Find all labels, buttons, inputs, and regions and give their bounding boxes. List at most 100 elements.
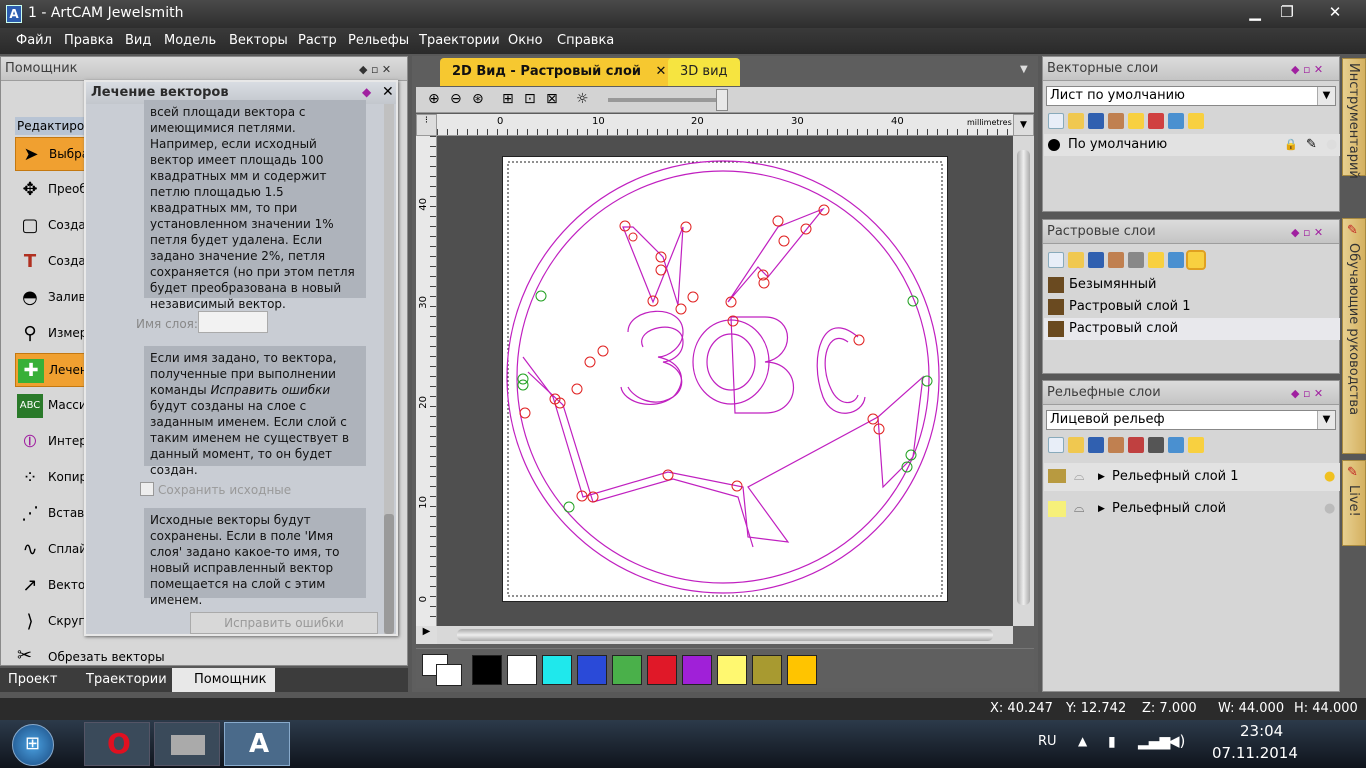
relief-layer-row[interactable]: ⌓ ▶ Рельефный слой 1 ●: [1044, 463, 1340, 491]
close-button[interactable]: ✕: [1322, 2, 1348, 22]
letter-v[interactable]: [730, 316, 795, 414]
chevron-down-icon[interactable]: ▼: [1020, 64, 1028, 75]
chevron-down-icon[interactable]: ▼: [1317, 411, 1335, 429]
layer-color-icon[interactable]: [1048, 139, 1060, 151]
slider-thumb[interactable]: [716, 89, 728, 111]
start-button[interactable]: ⊞: [12, 724, 54, 766]
pin-icon[interactable]: ◆ ▫ ✕: [359, 63, 391, 76]
scroll-left-button[interactable]: ▶: [416, 626, 437, 644]
brightness-icon[interactable]: ☼: [576, 91, 589, 107]
save-icon[interactable]: [1088, 437, 1104, 453]
menu-toolpaths[interactable]: Траектории: [419, 33, 500, 48]
delete-icon[interactable]: [1168, 437, 1184, 453]
letter-e-inner[interactable]: [706, 333, 756, 391]
visibility-icon[interactable]: [1188, 113, 1204, 129]
pin-icon[interactable]: ◆: [362, 85, 371, 99]
tool-fill[interactable]: ◓ Залив: [15, 281, 85, 315]
raster-layer-row[interactable]: Растровый слой: [1044, 318, 1340, 340]
zoom-fit-icon[interactable]: ⊞: [502, 91, 514, 107]
copy-icon[interactable]: [1108, 437, 1124, 453]
raster-layer-row[interactable]: Безымянный: [1044, 274, 1340, 296]
menu-raster[interactable]: Растр: [298, 33, 337, 48]
swatch-green[interactable]: [612, 655, 642, 685]
tab-3d-view[interactable]: 3D вид: [668, 58, 740, 86]
brightness-slider[interactable]: [608, 98, 726, 102]
scroll-thumb[interactable]: [457, 629, 993, 641]
menu-edit[interactable]: Правка: [64, 33, 113, 48]
close-icon[interactable]: ✕: [656, 64, 667, 79]
relief-select[interactable]: Лицевой рельеф ▼: [1046, 410, 1336, 430]
expand-icon[interactable]: ▶: [1098, 463, 1105, 491]
menu-reliefs[interactable]: Рельефы: [348, 33, 409, 48]
outer-circle[interactable]: [506, 160, 940, 594]
open-icon[interactable]: [1068, 437, 1084, 453]
swatch-white[interactable]: [507, 655, 537, 685]
menu-view[interactable]: Вид: [125, 33, 151, 48]
minimize-button[interactable]: ▁: [1242, 2, 1268, 22]
clock-time[interactable]: 23:04: [1240, 722, 1283, 740]
bulb-icon[interactable]: ●: [1324, 495, 1335, 523]
tool-copy[interactable]: ⁘ Копир: [15, 461, 87, 495]
layer-name-input[interactable]: [198, 311, 268, 333]
lock-icon[interactable]: 🔒: [1284, 134, 1298, 156]
open-icon[interactable]: [1068, 113, 1084, 129]
film-icon[interactable]: [1148, 437, 1164, 453]
image-icon[interactable]: [1148, 252, 1164, 268]
zoom-all-icon[interactable]: ⊠: [546, 91, 558, 107]
taskbar-scanner[interactable]: [154, 722, 220, 766]
pin-icon[interactable]: ◆ ▫ ✕: [1291, 63, 1323, 76]
secondary-color-swatch[interactable]: [436, 664, 462, 686]
wing-left[interactable]: [622, 226, 684, 306]
horizontal-scrollbar[interactable]: [437, 626, 1013, 644]
tab-helper[interactable]: Помощник: [172, 668, 275, 692]
relief-mode-icon[interactable]: ⌓: [1074, 463, 1084, 491]
bulb-icon[interactable]: ●: [1326, 134, 1337, 156]
expand-icon[interactable]: ▶: [1098, 495, 1105, 523]
new-layer-icon[interactable]: [1048, 252, 1064, 268]
taskbar-opera[interactable]: O: [84, 722, 150, 766]
tool-fix-vectors[interactable]: ✚ Лечен: [15, 353, 88, 387]
pin-icon[interactable]: ◆ ▫ ✕: [1291, 226, 1323, 239]
ruler-menu-button[interactable]: ▼: [1013, 114, 1034, 136]
zoom-window-icon[interactable]: ⊛: [472, 91, 484, 107]
tool-interpolate[interactable]: ⦶ Интер: [15, 425, 86, 459]
delete-icon[interactable]: [1168, 113, 1184, 129]
raster-layer-row[interactable]: Растровый слой 1: [1044, 296, 1340, 318]
battery-icon[interactable]: ▮: [1108, 734, 1116, 750]
side-tab-toolbox[interactable]: Инструментарий: [1342, 58, 1366, 179]
new-layer-icon[interactable]: [1048, 437, 1064, 453]
visibility-icon[interactable]: [1188, 437, 1204, 453]
tool-create-text[interactable]: T Созда: [15, 245, 86, 279]
swatch-black[interactable]: [472, 655, 502, 685]
side-tab-tutorials[interactable]: Обучающие руководства ✎: [1342, 218, 1366, 454]
drawing-sheet[interactable]: [502, 156, 948, 602]
side-tab-live[interactable]: Live! ✎: [1342, 460, 1366, 546]
tool-fillet[interactable]: ⟩ Скругл: [15, 605, 88, 639]
tab-toolpaths[interactable]: Траектории: [78, 668, 175, 692]
copy-icon[interactable]: [1108, 113, 1124, 129]
combine-icon[interactable]: [1128, 437, 1144, 453]
menu-help[interactable]: Справка: [557, 33, 614, 48]
zoom-sheet-icon[interactable]: ⊡: [524, 91, 536, 107]
swatch-olive[interactable]: [752, 655, 782, 685]
scroll-thumb[interactable]: [384, 514, 394, 634]
swatch-red[interactable]: [647, 655, 677, 685]
save-icon[interactable]: [1088, 113, 1104, 129]
save-icon[interactable]: [1088, 252, 1104, 268]
new-layer-icon[interactable]: [1048, 113, 1064, 129]
keep-original-checkbox[interactable]: [140, 482, 154, 496]
tool-vector[interactable]: ↗ Вектор: [15, 569, 88, 603]
tab-2d-view[interactable]: 2D Вид - Растровый слой ✕: [440, 58, 679, 86]
menu-window[interactable]: Окно: [508, 33, 543, 48]
chevron-down-icon[interactable]: ▼: [1317, 87, 1335, 105]
letter-e[interactable]: [692, 319, 770, 405]
zoom-out-icon[interactable]: ⊖: [450, 91, 462, 107]
swatch-cyan[interactable]: [542, 655, 572, 685]
tool-insert[interactable]: ⋰ Встави: [15, 497, 88, 531]
vector-layer-row[interactable]: По умолчанию 🔒 ✎ ●: [1044, 134, 1340, 156]
open-icon[interactable]: [1068, 252, 1084, 268]
edit-icon[interactable]: ✎: [1306, 134, 1317, 156]
vector-drawing[interactable]: [503, 157, 947, 601]
relief-mode-icon[interactable]: ⌓: [1074, 495, 1084, 523]
menu-file[interactable]: Файл: [16, 33, 52, 48]
